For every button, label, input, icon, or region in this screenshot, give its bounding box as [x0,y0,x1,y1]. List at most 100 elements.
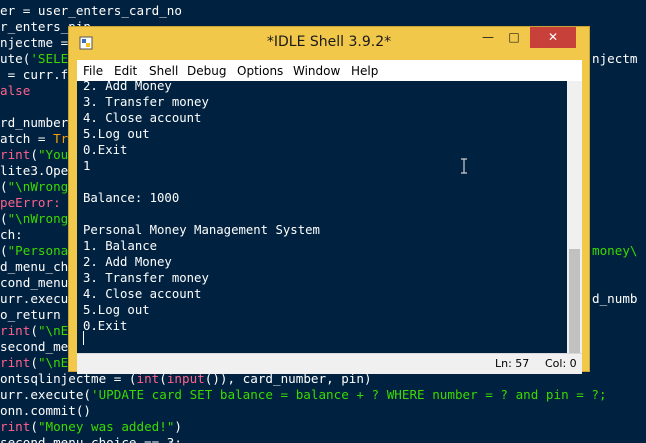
code-token: ( [30,147,38,162]
editor-code-line: njectme = [0,35,76,51]
shell-output-line: 1. Balance [83,239,158,253]
code-token: rint [0,323,31,338]
code-token: ( [0,243,8,258]
shell-output-line: 4. Close account [83,111,202,125]
code-token: njectme = [0,35,76,50]
shell-output-area[interactable]: 2. Add Money 3. Transfer money 4. Close ac… [77,81,567,369]
editor-code-line: ("\nWrong [0,211,68,227]
editor-code-line: rint("Money was added!") [0,419,182,435]
editor-code-line: ("Persona [0,243,68,259]
code-token: ( [0,179,8,194]
maximize-button[interactable]: □ [501,27,527,48]
code-token: Tr [53,131,69,146]
vertical-scrollbar[interactable] [567,81,582,369]
editor-code-line: urr.execute('UPDATE card SET balance = b… [0,387,607,403]
editor-code-line: onn.commit() [0,403,91,419]
shell-output-line: 1 [83,159,91,173]
editor-code-line: second_menu_choice == 3: [0,435,182,443]
code-token: ( [30,355,38,370]
menu-debug[interactable]: Debug [187,63,226,79]
code-token: 'SELE [30,51,69,66]
code-token: second_me [0,339,69,354]
shell-output-line: Personal Money Management System [83,223,320,237]
code-token: peError: [0,195,61,210]
menu-edit[interactable]: Edit [114,63,137,79]
code-token: urr.execute( [0,387,91,402]
editor-code-line: cond_menu [0,275,68,291]
status-column-number: Col: 0 [545,357,577,370]
code-token: "\nWrong [7,179,69,194]
scrollbar-thumb[interactable] [569,249,580,367]
code-token: ) [174,419,183,434]
code-token: rint [0,419,31,434]
menu-options[interactable]: Options [237,63,283,79]
code-token: "\nE [37,355,69,370]
editor-code-line: second_me [0,339,68,355]
code-token: ( [30,419,38,434]
editor-code-line: rd_number [0,115,68,131]
code-token: d_menu_ch [0,259,69,274]
editor-code-line: alse [0,83,30,99]
code-token: alse [0,83,31,98]
code-token: ( [0,211,8,226]
editor-code-fragment: money\ [592,243,638,258]
code-token: o_return [0,307,69,322]
editor-code-line: ("\nWrong [0,179,68,195]
shell-output-line: 4. Close account [83,287,202,301]
minimize-button[interactable]: — [475,27,501,48]
editor-code-line: d_menu_ch [0,259,68,275]
close-button[interactable]: ✕ [530,27,576,48]
editor-code-fragment: d_numb [592,291,638,306]
shell-output-line: 0.Exit [83,143,128,157]
shell-output-line: 3. Transfer money [83,95,209,109]
editor-code-line: urr.execu [0,291,68,307]
menu-bar: File Edit Shell Debug Options Window Hel… [77,60,582,81]
code-token: ute( [0,51,31,66]
editor-code-line: rint("\nE [0,323,68,339]
editor-code-line: = curr.f [0,67,69,83]
menu-help[interactable]: Help [351,63,378,79]
code-token: onn.commit() [0,403,91,418]
editor-code-line: lite3.Ope [0,163,68,179]
editor-code-line: o_return [0,307,68,323]
editor-code-line: atch = Tr [0,131,68,147]
editor-code-fragment: njectm [592,51,638,66]
idle-shell-window[interactable]: *IDLE Shell 3.9.2* — □ ✕ File Edit Shell… [68,26,590,374]
code-token: er = user_enters_card_no [0,3,182,18]
code-token: lite3.Ope [0,163,69,178]
code-token: "You [37,147,69,162]
shell-output-line: 2. Add Money [83,81,172,93]
code-token: = curr.f [0,67,69,82]
status-line-number: Ln: 57 [495,357,530,370]
menu-shell[interactable]: Shell [149,63,178,79]
shell-output-line: 5.Log out [83,303,150,317]
code-token: rint [0,355,31,370]
code-token: "\nE [37,323,69,338]
editor-code-line: peError: [0,195,61,211]
editor-code-line: ute('SELE [0,51,68,67]
code-token: "\nWrong [7,211,69,226]
code-token: second_menu_choice == 3: [0,435,182,443]
shell-output-line: 2. Add Money [83,255,172,269]
title-bar[interactable]: *IDLE Shell 3.9.2* — □ ✕ [69,27,589,60]
shell-output-line: 3. Transfer money [83,271,209,285]
shell-output-line: 5.Log out [83,127,150,141]
editor-code-line: rint("You [0,147,68,163]
code-token: rd_number [0,115,69,130]
shell-output-line: Balance: 1000 [83,191,180,205]
code-token: 'UPDATE card SET balance = balance + ? W… [91,387,607,402]
code-token: urr.execu [0,291,69,306]
editor-code-line: ch: [0,227,23,243]
shell-output-line: 0.Exit [83,319,128,333]
code-token: "Money was added!" [37,419,175,434]
code-token: rint [0,147,31,162]
code-token: cond_menu [0,275,69,290]
code-token: "Persona [7,243,69,258]
editor-code-line: rint("\nE [0,355,68,371]
code-token: ( [30,323,38,338]
editor-code-line: er = user_enters_card_no [0,3,182,19]
menu-window[interactable]: Window [293,63,340,79]
menu-file[interactable]: File [83,63,103,79]
code-token: atch = [0,131,54,146]
code-token: ch: [0,227,23,242]
